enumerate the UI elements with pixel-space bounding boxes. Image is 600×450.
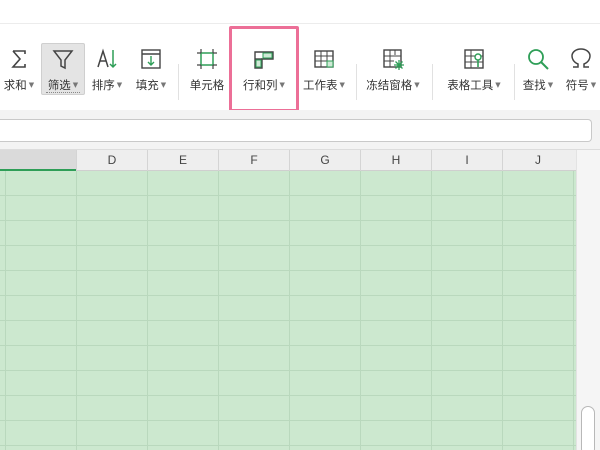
table-tools-icon [464,49,484,69]
sum-label: 求和 [3,78,27,92]
vertical-scrollbar[interactable] [576,150,600,450]
magnifier-icon [528,49,549,70]
find-label: 查找 [522,78,546,92]
column-header[interactable]: F [218,150,289,171]
column-header[interactable]: H [360,150,431,171]
column-header[interactable]: D [76,150,147,171]
worksheet-icon [314,50,334,68]
chevron-down-icon[interactable]: ▼ [340,81,345,89]
cell-icon [197,49,217,69]
cell-button[interactable]: 单元格 [184,24,230,110]
cell-grid[interactable] [0,171,576,450]
column-header-bar: D E F G H I J [0,150,576,171]
table-tools-button[interactable]: 表格工具 ▼ [438,24,510,110]
funnel-icon [52,50,74,70]
chevron-down-icon[interactable]: ▼ [591,81,596,89]
chevron-down-icon[interactable]: ▼ [414,81,419,89]
toolbar-separator [432,64,433,100]
chevron-down-icon[interactable]: ▼ [161,81,166,89]
column-header[interactable]: G [289,150,360,171]
chevron-down-icon[interactable]: ▼ [117,81,122,89]
fill-down-icon [141,49,161,69]
ribbon-toolbar: 求和 ▼ 筛选 ▼ 排序 ▼ 填充 ▼ 单元格 行和列 ▼ 工作表 ▼ 冻结窗格… [0,24,600,110]
row-column-button[interactable]: 行和列 ▼ [232,24,296,110]
sort-label: 排序 [91,78,115,92]
scrollbar-thumb[interactable] [581,406,595,450]
toolbar-separator [178,64,179,100]
toolbar-separator [514,64,515,100]
filter-dotted-underline [46,92,80,93]
fill-label: 填充 [135,78,159,92]
cell-label: 单元格 [189,78,225,92]
column-header[interactable]: I [431,150,502,171]
column-header[interactable]: J [502,150,573,171]
symbol-button[interactable]: 符号 ▼ [562,24,600,110]
sum-button[interactable]: 求和 ▼ [0,24,38,110]
worksheet-button[interactable]: 工作表 ▼ [298,24,350,110]
toolbar-separator [356,64,357,100]
sort-button[interactable]: 排序 ▼ [86,24,128,110]
omega-icon [571,48,591,68]
freeze-panes-label: 冻结窗格 [366,78,413,92]
row-column-icon [254,51,274,69]
freeze-panes-icon [383,49,404,70]
row-column-label: 行和列 [243,78,278,92]
sort-icon [97,48,117,69]
chevron-down-icon[interactable]: ▼ [495,81,500,89]
worksheet-label: 工作表 [303,78,338,92]
filter-label: 筛选 [47,78,71,92]
chevron-down-icon[interactable]: ▼ [548,81,553,89]
sigma-icon [11,50,26,68]
chevron-down-icon[interactable]: ▼ [29,81,34,89]
fill-button[interactable]: 填充 ▼ [130,24,172,110]
table-tools-label: 表格工具 [447,78,494,92]
symbol-label: 符号 [565,78,589,92]
freeze-panes-button[interactable]: 冻结窗格 ▼ [360,24,426,110]
title-strip [0,0,600,24]
selected-column-header[interactable] [0,150,76,171]
column-header[interactable]: E [147,150,218,171]
formula-input[interactable] [0,119,592,142]
filter-button[interactable]: 筛选 ▼ [41,24,85,110]
chevron-down-icon[interactable]: ▼ [73,81,78,89]
chevron-down-icon[interactable]: ▼ [280,81,285,89]
find-button[interactable]: 查找 ▼ [518,24,558,110]
